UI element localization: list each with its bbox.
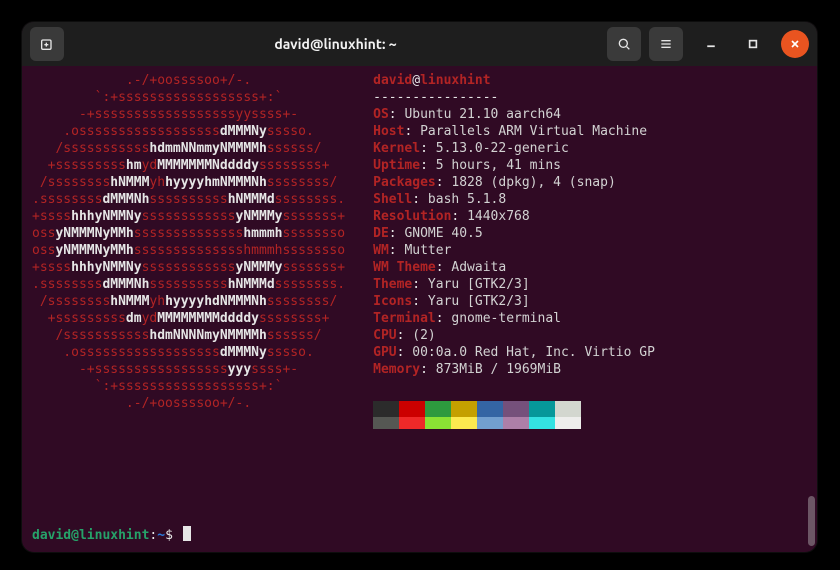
shell-prompt: david@linuxhint:~$	[32, 526, 191, 544]
info-row: Theme: Yaru [GTK2/3]	[373, 276, 655, 293]
info-row: WM Theme: Adwaita	[373, 259, 655, 276]
info-divider: ----------------	[373, 89, 655, 106]
info-row: Packages: 1828 (dpkg), 4 (snap)	[373, 174, 655, 191]
close-button[interactable]	[781, 30, 809, 58]
terminal-window: david@linuxhint: ~ .-/+oossssoo+/-. `:+s…	[22, 22, 817, 552]
titlebar: david@linuxhint: ~	[22, 22, 817, 66]
info-row: GPU: 00:0a.0 Red Hat, Inc. Virtio GP	[373, 344, 655, 361]
info-row: CPU: (2)	[373, 327, 655, 344]
info-row: Resolution: 1440x768	[373, 208, 655, 225]
maximize-button[interactable]	[739, 30, 767, 58]
minimize-button[interactable]	[697, 30, 725, 58]
info-row: Host: Parallels ARM Virtual Machine	[373, 123, 655, 140]
info-row: Shell: bash 5.1.8	[373, 191, 655, 208]
cursor	[183, 526, 191, 541]
new-tab-button[interactable]	[30, 27, 64, 61]
ascii-logo: .-/+oossssoo+/-. `:+ssssssssssssssssss+:…	[32, 72, 345, 429]
color-palette-row2	[373, 417, 655, 429]
info-row: Uptime: 5 hours, 41 mins	[373, 157, 655, 174]
info-row: Kernel: 5.13.0-22-generic	[373, 140, 655, 157]
window-title: david@linuxhint: ~	[72, 36, 599, 52]
menu-button[interactable]	[649, 27, 683, 61]
info-row: OS: Ubuntu 21.10 aarch64	[373, 106, 655, 123]
info-row: WM: Mutter	[373, 242, 655, 259]
prompt-symbol: $	[165, 528, 173, 543]
info-row: Terminal: gnome-terminal	[373, 310, 655, 327]
prompt-path: ~	[157, 528, 165, 543]
info-row: Icons: Yaru [GTK2/3]	[373, 293, 655, 310]
info-row: Memory: 873MiB / 1969MiB	[373, 361, 655, 378]
info-row: DE: GNOME 40.5	[373, 225, 655, 242]
scrollbar-thumb[interactable]	[808, 496, 815, 546]
info-user-host: david@linuxhint	[373, 72, 655, 89]
system-info: david@linuxhint----------------OS: Ubunt…	[373, 72, 655, 429]
color-palette-row1	[373, 401, 655, 417]
search-button[interactable]	[607, 27, 641, 61]
terminal-content[interactable]: .-/+oossssoo+/-. `:+ssssssssssssssssss+:…	[22, 66, 817, 552]
prompt-userhost: david@linuxhint	[32, 528, 149, 543]
